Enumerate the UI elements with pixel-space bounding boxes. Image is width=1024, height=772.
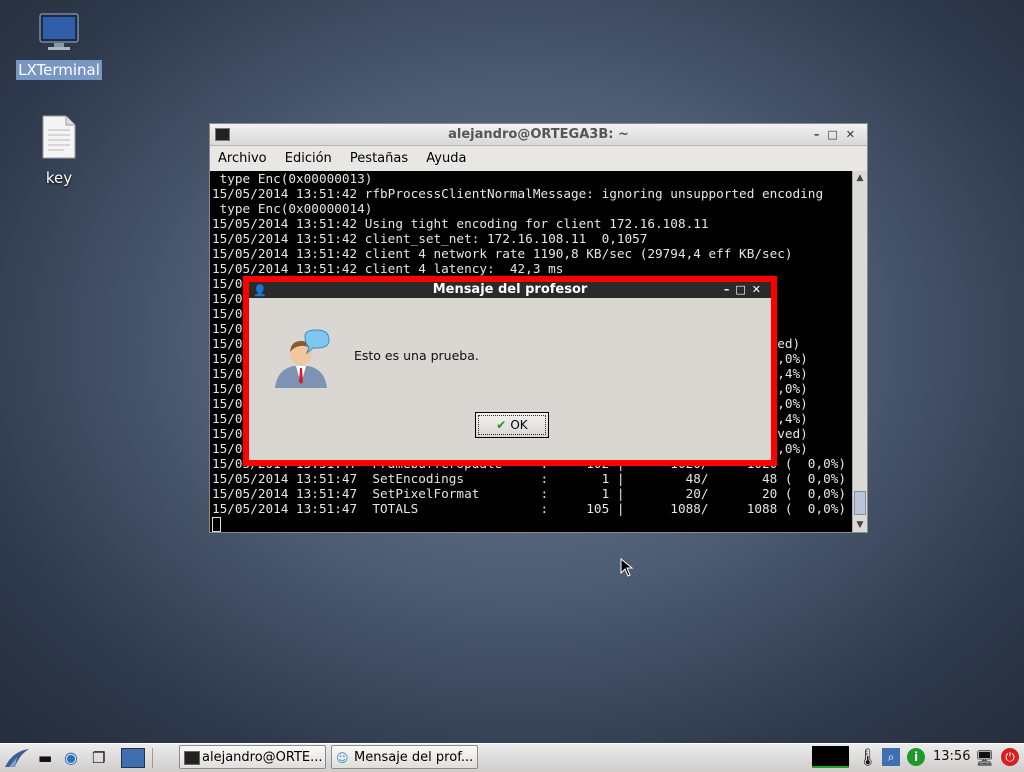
show-desktop-icon[interactable]: ❐ xyxy=(92,746,105,770)
terminal-line: type Enc(0x00000013) xyxy=(212,171,373,186)
desktop-icon-key[interactable]: key xyxy=(14,114,104,188)
ok-button[interactable]: ✔ OK xyxy=(475,412,549,438)
desktop-icon-label: key xyxy=(45,169,73,187)
maximize-button[interactable]: □ xyxy=(827,128,845,141)
terminal-line: 15/05/2014 13:51:42 rfbProcessClientNorm… xyxy=(212,186,824,201)
dialog-titlebar[interactable]: 👤 Mensaje del profesor –□✕ xyxy=(249,282,771,298)
terminal-icon xyxy=(215,128,230,141)
terminal-line: 15/05/2014 13:51:47 SetPixelFormat : 1 |… xyxy=(212,486,846,501)
monitor-icon xyxy=(39,13,79,50)
terminal-line: 15/05/2014 13:51:47 SetEncodings : 1 | 4… xyxy=(212,471,846,486)
terminal-titlebar[interactable]: alejandro@ORTEGA3B: ~ –□✕ xyxy=(210,124,867,146)
taskbar-item-terminal[interactable]: alejandro@ORTE... xyxy=(179,745,326,769)
mouse-pointer-icon xyxy=(620,558,634,577)
message-dialog: 👤 Mensaje del profesor –□✕ Esto es una p… xyxy=(243,276,777,466)
teacher-icon: 👤 xyxy=(253,284,267,297)
thermometer-icon: 🌡 xyxy=(857,748,879,768)
window-title: alejandro@ORTEGA3B: ~ xyxy=(448,127,629,142)
teacher-avatar-icon xyxy=(275,329,330,388)
scroll-up-arrow-icon[interactable]: ▲ xyxy=(853,171,867,185)
desktop-icon-label: LXTerminal xyxy=(16,60,102,80)
minimize-button[interactable]: – xyxy=(724,283,736,296)
window-switcher-icon[interactable] xyxy=(121,748,145,768)
menu-ayuda[interactable]: Ayuda xyxy=(426,151,466,166)
info-icon[interactable]: i xyxy=(907,748,925,766)
power-icon[interactable]: ⏻ xyxy=(1001,748,1019,766)
text-file-icon xyxy=(42,115,76,159)
scroll-down-arrow-icon[interactable]: ▼ xyxy=(853,518,867,532)
menu-edicion[interactable]: Edición xyxy=(285,151,332,166)
close-button[interactable]: ✕ xyxy=(752,283,767,296)
minimize-button[interactable]: – xyxy=(814,128,828,141)
task-label: Mensaje del prof... xyxy=(354,750,474,765)
terminal-line: 15/05/2014 13:51:42 Using tight encoding… xyxy=(212,216,709,231)
lock-screen-icon[interactable]: 🖥 xyxy=(975,746,994,770)
search-icon[interactable]: ⌕ xyxy=(882,748,900,766)
close-button[interactable]: ✕ xyxy=(846,128,863,141)
terminal-icon xyxy=(184,751,200,765)
desktop-icon-lxterminal[interactable]: LXTerminal xyxy=(14,12,104,80)
menu-bar: Archivo Edición Pestañas Ayuda xyxy=(210,146,867,171)
scroll-thumb[interactable] xyxy=(854,491,866,515)
terminal-line: 15/05/2014 13:51:42 client 4 network rat… xyxy=(212,246,793,261)
terminal-line: 15/05/2014 13:51:42 client 4 latency: 42… xyxy=(212,261,564,276)
web-browser-icon[interactable]: ◉ xyxy=(64,746,78,770)
dialog-message: Esto es una prueba. xyxy=(354,348,479,363)
menu-pestanas[interactable]: Pestañas xyxy=(350,151,408,166)
teacher-icon: ☺ xyxy=(336,751,349,765)
terminal-line: 15/05/2014 13:51:42 client_set_net: 172.… xyxy=(212,231,648,246)
dialog-title: Mensaje del profesor xyxy=(432,282,588,297)
task-label: alejandro@ORTE... xyxy=(202,750,323,765)
taskbar-item-mensaje[interactable]: ☺ Mensaje del prof... xyxy=(331,745,478,769)
lxde-menu-icon[interactable] xyxy=(3,746,33,770)
menu-archivo[interactable]: Archivo xyxy=(218,151,267,166)
terminal-line: type Enc(0x00000014) xyxy=(212,201,373,216)
file-manager-icon[interactable]: ▬ xyxy=(38,746,52,770)
cpu-monitor xyxy=(812,746,849,768)
vertical-scrollbar[interactable]: ▲ ▼ xyxy=(852,171,867,532)
terminal-line: 15/05/2014 13:51:47 TOTALS : 105 | 1088/… xyxy=(212,501,846,516)
maximize-button[interactable]: □ xyxy=(735,283,751,296)
terminal-cursor xyxy=(212,516,854,532)
taskbar: ▬ ◉ ❐ alejandro@ORTE... ☺ Mensaje del pr… xyxy=(0,743,1024,772)
clock[interactable]: 13:56 xyxy=(933,744,970,770)
